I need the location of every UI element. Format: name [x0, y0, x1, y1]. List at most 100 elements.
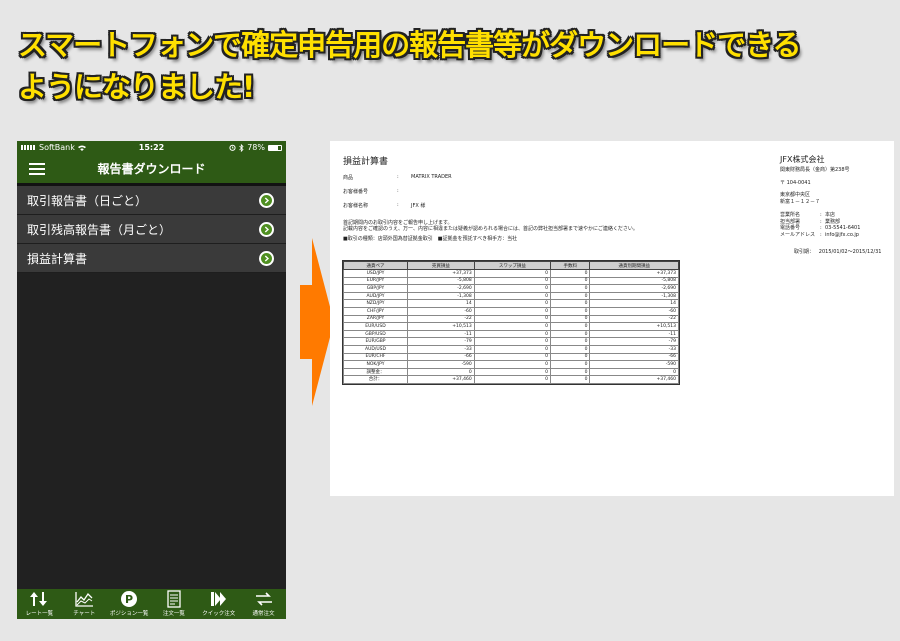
battery-icon [268, 144, 282, 151]
tab-quick-order[interactable]: クイック注文 [196, 589, 241, 619]
value-cell: 0 [550, 269, 591, 278]
profit-loss-table: 通貨ペア 売買損益 スワップ損益 手数料 通貨別期間損益 USD/JPY +37,… [342, 260, 680, 385]
value-cell: -66 [589, 352, 679, 362]
signal-icon [21, 143, 36, 152]
currency-pair-cell: CHF/JPY [343, 306, 408, 316]
value-cell: -2,690 [407, 284, 475, 293]
value-cell: +37,373 [589, 269, 679, 278]
tab-label: レート一覧 [25, 611, 54, 617]
table-row: EUR/CHF -66 0 0 -66 [343, 352, 679, 362]
nav-title: 報告書ダウンロード [97, 162, 206, 176]
currency-pair-cell: GBP/JPY [343, 284, 408, 293]
document-notes: 首記期間内のお取引内容をご報告申し上げます。 記載内容をご確認のうえ、万一、内容… [343, 220, 638, 232]
value-cell: 0 [550, 352, 591, 362]
headline-line-1: スマートフォンで確定申告用の報告書等がダウンロードできる [18, 28, 802, 62]
value-cell: -590 [589, 360, 679, 369]
currency-pair-cell: GBP/USD [343, 329, 408, 339]
normal-order-icon [255, 592, 272, 606]
table-row: CHF/JPY -60 0 0 -60 [343, 306, 679, 316]
info-row: 商品: MATRIX TRADER [343, 174, 452, 181]
value-cell: -5,808 [589, 276, 679, 286]
tab-normal-order[interactable]: 通常注文 [241, 589, 286, 619]
table-row: NOK/JPY -590 0 0 -590 [343, 360, 679, 369]
value-cell: 0 [473, 329, 552, 339]
menu-item-label: 取引報告書（日ごと） [27, 193, 148, 208]
tab-order-list[interactable]: 注文一覧 [151, 589, 196, 619]
quick-order-icon [210, 592, 226, 606]
value-cell: 0 [550, 360, 591, 369]
status-bar: SoftBank 15:22 78% [17, 141, 286, 154]
phone-screen: SoftBank 15:22 78% 報告書ダウンロード 取引報告書（日ごと） … [17, 141, 286, 619]
value-cell: 0 [550, 329, 591, 339]
nav-bar: 報告書ダウンロード [17, 154, 286, 183]
table-row: USD/JPY +37,373 0 0 +37,373 [343, 269, 679, 278]
info-row: お客様名称: JFX 様 [343, 202, 426, 209]
carrier-label: SoftBank [39, 143, 75, 152]
menu-item-label: 取引残高報告書（月ごと） [27, 222, 172, 237]
table-row: EUR/GBP -79 0 0 -79 [343, 337, 679, 346]
value-cell: -79 [407, 337, 475, 346]
column-header: 手数料 [550, 261, 591, 270]
period: 取引期： 2015/01/02～2015/12/31 [794, 249, 882, 255]
value-cell: +10,513 [589, 322, 679, 331]
value-cell: 0 [473, 360, 552, 369]
column-header: 通貨ペア [343, 261, 408, 270]
chevron-right-icon [259, 221, 274, 237]
table-row: GBP/USD -11 0 0 -11 [343, 329, 679, 339]
value-cell: 0 [550, 284, 591, 293]
tab-position-list[interactable]: P ポジション一覧 [107, 589, 152, 619]
value-cell: +37,373 [407, 269, 475, 278]
tab-chart[interactable]: チャート [62, 589, 107, 619]
alarm-icon [229, 144, 236, 151]
menu-item-monthly-balance-report[interactable]: 取引残高報告書（月ごと） [17, 215, 286, 244]
value-cell: -60 [589, 306, 679, 316]
value-cell: 0 [550, 337, 591, 346]
position-p-icon: P [121, 591, 138, 607]
value-cell: -33 [589, 344, 679, 354]
chevron-right-icon [259, 250, 274, 266]
table-row: AUD/USD -33 0 0 -33 [343, 344, 679, 354]
currency-pair-cell: EUR/JPY [343, 276, 408, 286]
table-row: 合計： +37,460 0 0 +37,460 [343, 375, 679, 384]
rate-list-icon [30, 592, 48, 606]
company-name: JFX株式会社 [780, 155, 825, 164]
table-row: ZAR/JPY -22 0 0 -22 [343, 314, 679, 324]
currency-pair-cell: 調整金： [343, 367, 408, 377]
value-cell: 0 [550, 344, 591, 354]
table-row: AUD/JPY -1,308 0 0 -1,308 [343, 291, 679, 301]
column-header: 通貨別期間損益 [589, 261, 679, 270]
value-cell: 14 [407, 299, 475, 308]
table-row: NZD/JPY 14 0 0 14 [343, 299, 679, 308]
headline-line-2: ようになりました! [18, 70, 255, 104]
value-cell: -1,308 [589, 291, 679, 301]
menu-item-profit-loss-statement[interactable]: 損益計算書 [17, 244, 286, 273]
battery-percent: 78% [247, 143, 265, 152]
profit-loss-document: 損益計算書 商品: MATRIX TRADER お客様番号: お客様名称: JF… [330, 141, 894, 496]
wifi-icon [77, 145, 86, 151]
value-cell: -1,308 [407, 291, 475, 301]
value-cell: 0 [473, 276, 552, 286]
table-row: EUR/USD +10,513 0 0 +10,513 [343, 322, 679, 331]
menu-item-daily-report[interactable]: 取引報告書（日ごと） [17, 186, 286, 215]
value-cell: 0 [473, 299, 552, 308]
currency-pair-cell: AUD/JPY [343, 291, 408, 301]
value-cell: 0 [473, 314, 552, 324]
value-cell: +37,460 [589, 375, 679, 384]
info-row: お客様番号: [343, 188, 399, 195]
value-cell: 0 [550, 306, 591, 316]
currency-pair-cell: EUR/USD [343, 322, 408, 331]
value-cell: 0 [550, 276, 591, 286]
svg-text:P: P [125, 593, 133, 606]
value-cell: -2,690 [589, 284, 679, 293]
tab-label: ポジション一覧 [109, 611, 149, 617]
tab-rate-list[interactable]: レート一覧 [17, 589, 62, 619]
value-cell: 0 [550, 291, 591, 301]
column-header: スワップ損益 [473, 261, 552, 270]
value-cell: 0 [550, 322, 591, 331]
currency-pair-cell: 合計： [343, 375, 408, 384]
table-row: GBP/JPY -2,690 0 0 -2,690 [343, 284, 679, 293]
hamburger-menu-icon[interactable] [29, 160, 45, 178]
value-cell: 0 [589, 367, 679, 377]
order-list-icon [167, 590, 181, 608]
value-cell: 14 [589, 299, 679, 308]
